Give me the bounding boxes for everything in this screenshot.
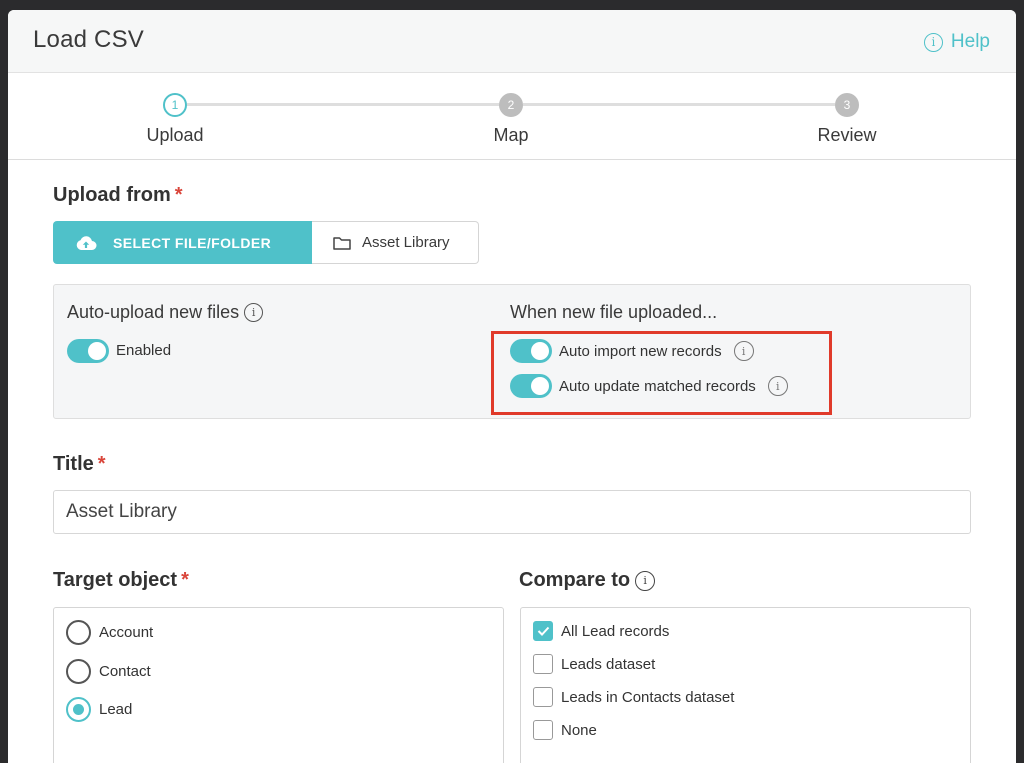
required-marker: * — [174, 184, 183, 206]
upload-from-label: Upload from * — [53, 184, 183, 206]
folder-icon — [333, 236, 351, 250]
step-3-label: Review — [817, 125, 877, 145]
step-2-circle[interactable]: 2 — [499, 93, 523, 117]
auto-upload-toggle-label: Enabled — [116, 342, 172, 359]
leads-in-contacts-label: Leads in Contacts dataset — [561, 688, 735, 706]
highlight-box — [491, 331, 832, 415]
auto-upload-heading: Auto-upload new files i — [67, 302, 264, 323]
help-info-icon: i — [923, 32, 943, 52]
step-connector — [523, 103, 835, 106]
compare-to-box: All Lead records Leads dataset Leads in … — [520, 607, 971, 763]
asset-library-button[interactable]: Asset Library — [312, 221, 479, 264]
auto-upload-info-icon[interactable]: i — [244, 303, 264, 322]
radio-button[interactable] — [66, 620, 91, 645]
stepper: 1 Upload 2 Map 3 Review — [8, 73, 1016, 160]
checkbox-leads-dataset[interactable]: Leads dataset — [533, 654, 655, 674]
title-input[interactable] — [53, 490, 971, 534]
required-marker: * — [181, 569, 189, 591]
step-1-label: Upload — [146, 125, 204, 145]
help-label: Help — [950, 31, 990, 52]
radio-contact-label: Contact — [99, 663, 151, 680]
title-label: Title * — [53, 453, 106, 475]
radio-account-label: Account — [99, 624, 154, 641]
asset-library-label: Asset Library — [362, 234, 450, 251]
checkbox-all-lead-records[interactable]: All Lead records — [533, 621, 669, 641]
step-connector — [187, 103, 499, 106]
radio-lead-label: Lead — [99, 701, 133, 718]
cloud-upload-icon — [76, 235, 97, 250]
dialog-title: Load CSV — [33, 26, 145, 53]
checkbox[interactable] — [533, 720, 553, 740]
target-object-box: Account Contact Lead — [53, 607, 504, 763]
radio-contact[interactable]: Contact — [66, 659, 151, 684]
leads-dataset-label: Leads dataset — [561, 655, 656, 673]
checkbox-leads-in-contacts[interactable]: Leads in Contacts dataset — [533, 687, 734, 707]
step-3-circle[interactable]: 3 — [835, 93, 859, 117]
auto-upload-toggle[interactable] — [67, 339, 109, 363]
radio-lead[interactable]: Lead — [66, 697, 132, 722]
step-1-circle[interactable]: 1 — [163, 93, 187, 117]
target-object-label: Target object * — [53, 569, 189, 591]
help-link[interactable]: i Help — [923, 31, 990, 53]
none-label: None — [561, 721, 597, 739]
required-marker: * — [97, 453, 106, 475]
checkmark-icon — [537, 626, 549, 636]
radio-button-selected[interactable] — [66, 697, 91, 722]
load-csv-dialog: Load CSV i Help 1 Upload 2 Map 3 Review … — [8, 10, 1016, 763]
step-2-label: Map — [493, 125, 529, 145]
radio-account[interactable]: Account — [66, 620, 153, 645]
checkbox[interactable] — [533, 654, 553, 674]
compare-to-label: Compare to i — [519, 569, 656, 592]
checkbox-none[interactable]: None — [533, 720, 597, 740]
dialog-header: Load CSV i Help — [8, 10, 1016, 73]
all-lead-records-label: All Lead records — [561, 622, 670, 640]
select-file-folder-button[interactable]: SELECT FILE/FOLDER — [53, 221, 313, 264]
when-new-file-heading: When new file uploaded... — [510, 302, 718, 322]
select-file-folder-label: SELECT FILE/FOLDER — [113, 234, 272, 251]
compare-to-info-icon[interactable]: i — [635, 570, 656, 591]
checkbox[interactable] — [533, 687, 553, 707]
radio-button[interactable] — [66, 659, 91, 684]
checkbox-checked[interactable] — [533, 621, 553, 641]
